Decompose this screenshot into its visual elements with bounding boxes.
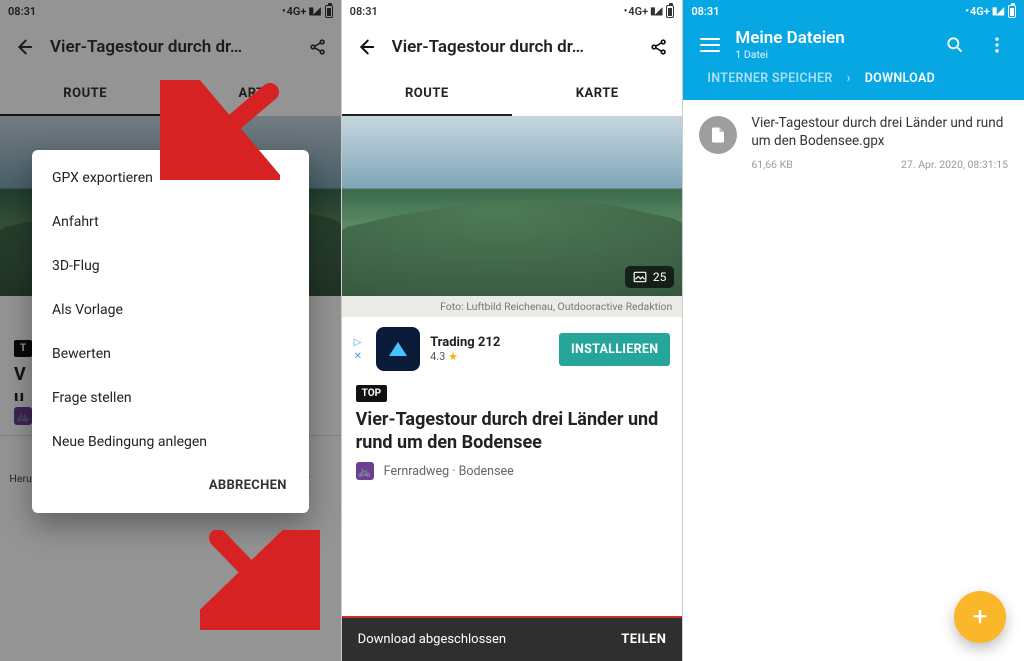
file-icon xyxy=(699,116,737,154)
snackbar-action[interactable]: TEILEN xyxy=(621,632,666,647)
menu-new-condition[interactable]: Neue Bedingung anlegen xyxy=(32,420,309,464)
snackbar: Download abgeschlossen TEILEN xyxy=(342,618,683,661)
crumb-internal[interactable]: INTERNER SPEICHER xyxy=(707,71,832,86)
file-row[interactable]: Vier-Tagestour durch drei Länder und run… xyxy=(683,100,1024,179)
screen-files-app: 08:31 • 4G+ ▮◢ Meine Dateien 1 Datei xyxy=(683,0,1024,661)
ad-app-rating: 4.3 ★ xyxy=(430,350,549,363)
file-size: 61,66 KB xyxy=(751,158,792,171)
back-icon[interactable] xyxy=(352,34,378,60)
files-title: Meine Dateien xyxy=(735,28,844,48)
status-network: 4G+ xyxy=(970,5,990,18)
top-badge: TOP xyxy=(356,385,387,402)
tabs: ROUTE KARTE xyxy=(342,72,683,116)
menu-directions[interactable]: Anfahrt xyxy=(32,200,309,244)
route-type-icon: 🚲 xyxy=(356,462,374,480)
screen-outdooractive-detail: 08:31 • 4G+ ▮◢ Vier-Tagestour durch dr… … xyxy=(342,0,684,661)
menu-as-template[interactable]: Als Vorlage xyxy=(32,288,309,332)
menu-ask-question[interactable]: Frage stellen xyxy=(32,376,309,420)
page-title: Vier-Tagestour durch dr… xyxy=(392,37,633,57)
ad-app-icon xyxy=(376,327,420,371)
install-button[interactable]: INSTALLIEREN xyxy=(559,333,670,366)
menu-3d-flight[interactable]: 3D-Flug xyxy=(32,244,309,288)
search-icon[interactable] xyxy=(942,32,968,58)
signal-icon: ▮◢ xyxy=(650,6,661,17)
tab-route[interactable]: ROUTE xyxy=(342,72,512,116)
breadcrumb: INTERNER SPEICHER › DOWNLOAD xyxy=(687,61,1020,90)
ad-info-icon[interactable]: ▷✕ xyxy=(354,337,362,362)
share-icon[interactable] xyxy=(646,34,672,60)
file-name: Vier-Tagestour durch drei Länder und run… xyxy=(751,114,1008,150)
screen-outdooractive-menu: 08:31 • 4G+ ▮◢ Vier-Tagestour durch dr… xyxy=(0,0,342,661)
menu-gpx-export[interactable]: GPX exportieren xyxy=(32,156,309,200)
status-time: 08:31 xyxy=(350,5,378,18)
app-toolbar: Vier-Tagestour durch dr… xyxy=(342,22,683,72)
status-bar: 08:31 • 4G+ ▮◢ xyxy=(342,0,683,22)
fab-add[interactable]: + xyxy=(954,591,1006,643)
chevron-right-icon: › xyxy=(847,71,851,86)
status-time: 08:31 xyxy=(691,5,719,18)
battery-icon xyxy=(666,5,674,18)
modal-scrim[interactable]: GPX exportieren Anfahrt 3D-Flug Als Vorl… xyxy=(0,0,341,661)
ad-banner[interactable]: ▷✕ Trading 212 4.3 ★ INSTALLIEREN xyxy=(342,317,683,381)
status-bar: 08:31 • 4G+ ▮◢ xyxy=(683,0,1024,22)
photo-count-badge[interactable]: 25 xyxy=(625,266,675,288)
hero-image[interactable]: 25 xyxy=(342,116,683,296)
more-icon[interactable] xyxy=(984,32,1010,58)
file-date: 27. Apr. 2020, 08:31:15 xyxy=(901,158,1008,171)
menu-cancel[interactable]: ABBRECHEN xyxy=(32,464,309,503)
tour-title: Vier-Tagestour durch drei Länder und run… xyxy=(342,402,683,456)
snackbar-message: Download abgeschlossen xyxy=(358,632,506,647)
crumb-download[interactable]: DOWNLOAD xyxy=(865,71,935,86)
action-sheet: GPX exportieren Anfahrt 3D-Flug Als Vorl… xyxy=(32,150,309,513)
files-subtitle: 1 Datei xyxy=(735,48,844,61)
signal-icon: ▮◢ xyxy=(992,6,1003,17)
menu-icon[interactable] xyxy=(697,32,723,58)
battery-icon xyxy=(1008,5,1016,18)
menu-rate[interactable]: Bewerten xyxy=(32,332,309,376)
tab-map[interactable]: KARTE xyxy=(512,72,682,116)
ad-app-name: Trading 212 xyxy=(430,335,549,350)
tour-meta: Fernradweg · Bodensee xyxy=(384,464,514,479)
files-appbar: Meine Dateien 1 Datei INTERNER SPEICHER … xyxy=(683,22,1024,100)
photo-caption: Foto: Luftbild Reichenau, Outdooractive … xyxy=(342,296,683,317)
status-network: 4G+ xyxy=(628,5,648,18)
